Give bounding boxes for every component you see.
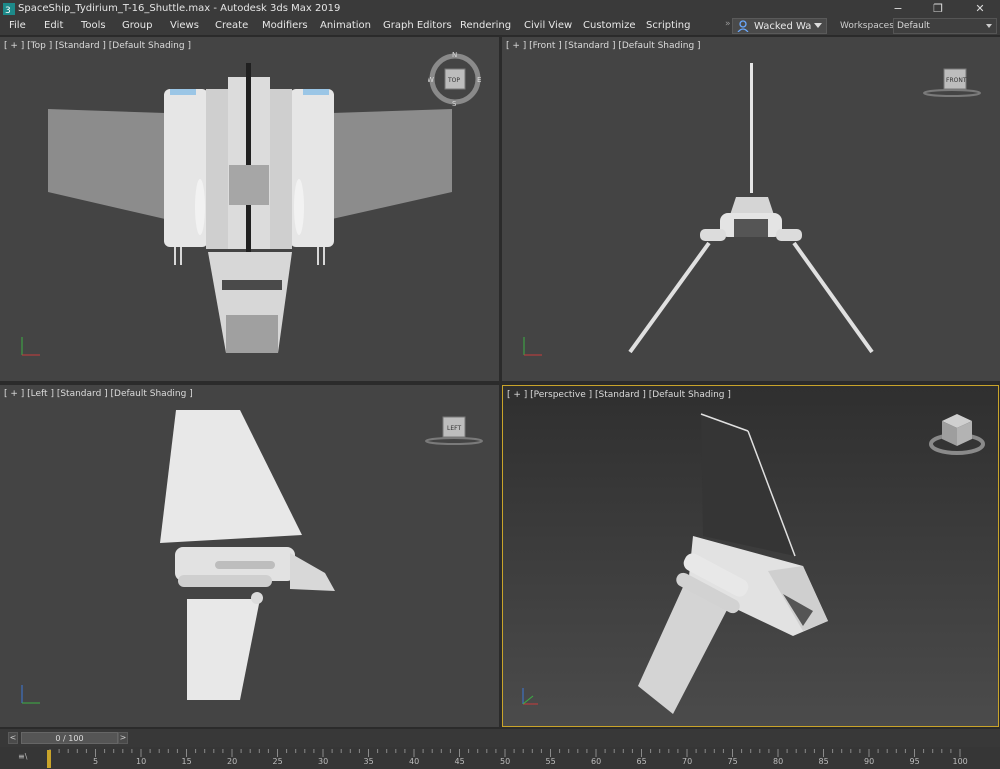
menu-group[interactable]: Group xyxy=(122,20,152,31)
shuttle-perspective-view xyxy=(522,413,828,714)
title-bar: 3 SpaceShip_Tydirium_T-16_Shuttle.max - … xyxy=(0,0,1000,17)
3dsmax-app-icon: 3 xyxy=(3,2,15,15)
svg-text:W: W xyxy=(428,76,434,84)
menu-graph-editors[interactable]: Graph Editors xyxy=(383,20,452,31)
track-bar[interactable]: ≡\ 5 10 15 20 25 30 35 40 45 50 55 60 65 70 75 80 85 90 95… xyxy=(0,747,1000,769)
tick-label: 55 xyxy=(545,757,556,766)
tick-label: 70 xyxy=(682,757,693,766)
tick-label: 30 xyxy=(318,757,329,766)
menu-edit[interactable]: Edit xyxy=(44,20,63,31)
workspaces-label: Workspaces: xyxy=(840,21,897,31)
menu-create[interactable]: Create xyxy=(215,20,248,31)
tick-label: 80 xyxy=(773,757,784,766)
menu-animation[interactable]: Animation xyxy=(320,20,371,31)
svg-text:TOP: TOP xyxy=(447,77,460,84)
maximize-button[interactable]: ❐ xyxy=(918,0,958,17)
menu-file[interactable]: File xyxy=(9,20,26,31)
workspace-value: Default xyxy=(897,21,930,31)
chevron-down-icon xyxy=(814,23,822,28)
chevron-down-icon xyxy=(986,24,992,28)
svg-text:LEFT: LEFT xyxy=(447,425,461,432)
workspace-select[interactable]: Default xyxy=(893,18,997,34)
menu-civil-view[interactable]: Civil View xyxy=(524,20,572,31)
window-title: SpaceShip_Tydirium_T-16_Shuttle.max - Au… xyxy=(18,3,341,14)
time-slider-bar: < 0 / 100 > xyxy=(0,729,1000,747)
tick-label: 40 xyxy=(409,757,420,766)
user-icon xyxy=(737,20,749,32)
tick-label: 65 xyxy=(636,757,647,766)
viewcube-icon[interactable]: FRONT xyxy=(922,65,982,101)
tick-label: 50 xyxy=(500,757,511,766)
close-button[interactable]: ✕ xyxy=(960,0,1000,17)
track-bar-icon[interactable]: ≡\ xyxy=(18,752,27,761)
tick-label: 85 xyxy=(818,757,829,766)
viewport-top[interactable]: [ + ] [Top ] [Standard ] [Default Shadin… xyxy=(0,37,499,381)
tick-label: 60 xyxy=(591,757,602,766)
menu-views[interactable]: Views xyxy=(170,20,199,31)
tick-label: 100 xyxy=(952,757,968,766)
time-next-button[interactable]: > xyxy=(118,732,128,744)
viewcube-icon[interactable]: LEFT xyxy=(423,413,485,449)
svg-text:FRONT: FRONT xyxy=(946,77,967,84)
svg-text:N: N xyxy=(452,51,457,59)
shuttle-top-view xyxy=(21,63,452,356)
user-name: Wacked Wa xyxy=(754,20,812,32)
viewcube-compass-icon[interactable]: TOP N S E W xyxy=(428,51,484,107)
menu-overflow-icon[interactable]: » xyxy=(725,19,731,33)
user-account-dropdown[interactable]: Wacked Wa xyxy=(732,18,827,34)
time-cursor[interactable] xyxy=(47,750,51,768)
tick-label: 90 xyxy=(864,757,875,766)
menu-customize[interactable]: Customize xyxy=(583,20,636,31)
viewport-front[interactable]: [ + ] [Front ] [Standard ] [Default Shad… xyxy=(502,37,1000,381)
tick-label: 75 xyxy=(727,757,738,766)
menu-scripting[interactable]: Scripting xyxy=(646,20,690,31)
tick-label: 45 xyxy=(454,757,465,766)
time-slider[interactable]: 0 / 100 xyxy=(21,732,118,744)
viewcube-3d-icon[interactable] xyxy=(927,406,987,462)
tick-label: 95 xyxy=(909,757,920,766)
time-prev-button[interactable]: < xyxy=(8,732,18,744)
menu-tools[interactable]: Tools xyxy=(81,20,106,31)
tick-label: 10 xyxy=(136,757,147,766)
tick-label: 25 xyxy=(272,757,283,766)
track-ticks xyxy=(49,749,961,757)
svg-text:3: 3 xyxy=(5,6,11,15)
tick-label: 35 xyxy=(363,757,374,766)
menu-modifiers[interactable]: Modifiers xyxy=(262,20,308,31)
minimize-button[interactable]: − xyxy=(878,0,918,17)
tick-label: 15 xyxy=(181,757,192,766)
tick-label: 5 xyxy=(93,757,99,766)
svg-text:S: S xyxy=(452,100,457,107)
viewport-left[interactable]: [ + ] [Left ] [Standard ] [Default Shadi… xyxy=(0,385,499,727)
viewport-perspective[interactable]: [ + ] [Perspective ] [Standard ] [Defaul… xyxy=(502,385,999,727)
menu-rendering[interactable]: Rendering xyxy=(460,20,511,31)
svg-text:E: E xyxy=(477,76,481,84)
tick-label: 20 xyxy=(227,757,238,766)
